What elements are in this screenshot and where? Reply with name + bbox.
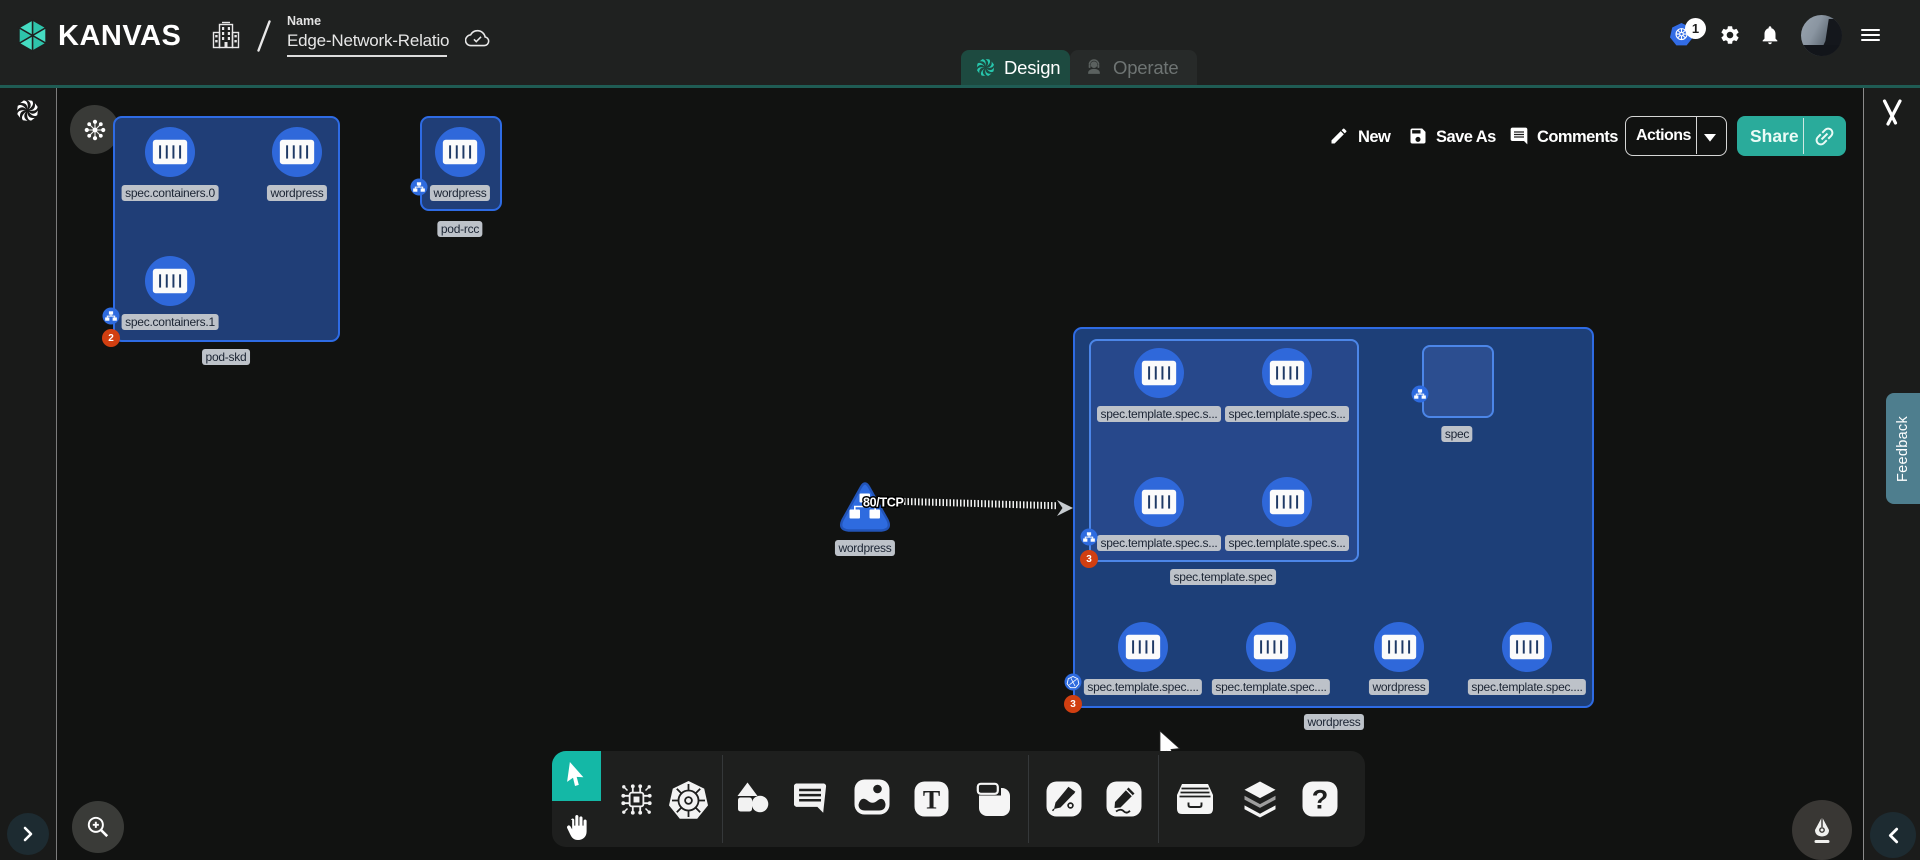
svg-text:?: ?	[1312, 785, 1329, 815]
svg-text:T: T	[923, 786, 940, 815]
svg-text:80/TCP: 80/TCP	[863, 496, 904, 510]
